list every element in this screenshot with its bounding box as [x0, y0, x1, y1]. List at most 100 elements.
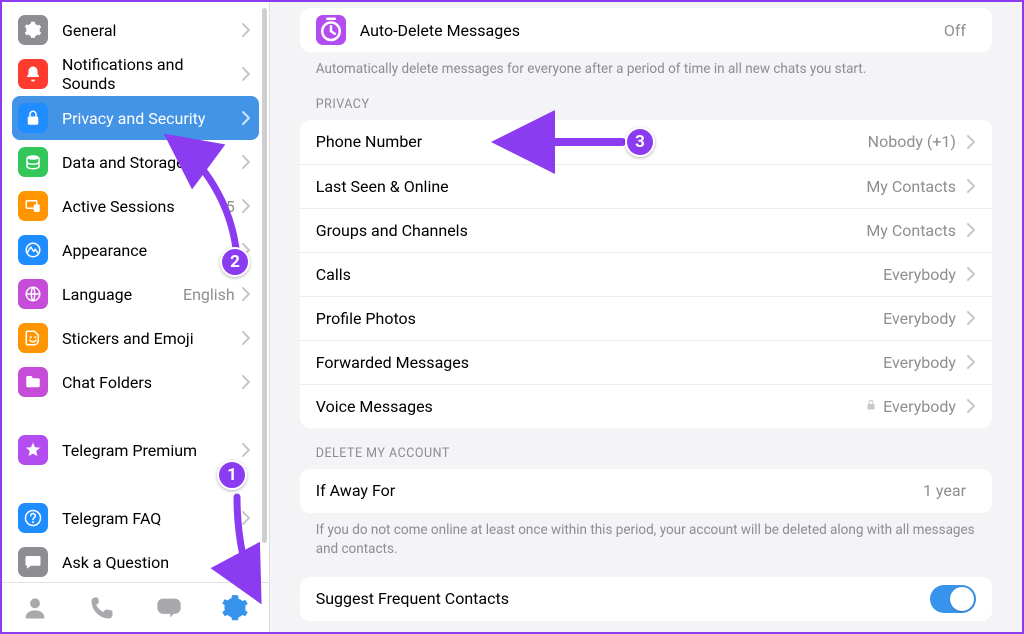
chevron-right-icon [966, 134, 976, 150]
row-value: My Contacts [866, 221, 956, 240]
sidebar-item-appearance[interactable]: Appearance [12, 228, 259, 272]
lock-icon [865, 397, 877, 416]
row-label: If Away For [316, 481, 923, 500]
sidebar-scrollbar-thumb[interactable] [262, 8, 267, 543]
sidebar-item-label: Active Sessions [62, 197, 226, 216]
chevron-right-icon [241, 330, 251, 346]
sidebar-item-general[interactable]: General [12, 8, 259, 52]
sessions-icon [18, 191, 48, 221]
row-value: Off [944, 21, 966, 40]
row-if-away-for[interactable]: If Away For 1 year [300, 469, 992, 513]
sidebar-item-label: Stickers and Emoji [62, 329, 241, 348]
sidebar-item-notifications[interactable]: Notifications and Sounds [12, 52, 259, 96]
sidebar-item-label: Data and Storage [62, 153, 241, 172]
sticker-icon [18, 323, 48, 353]
tab-chats[interactable] [149, 588, 189, 628]
sidebar-item-value: English [183, 285, 235, 304]
chevron-right-icon [241, 286, 251, 302]
sidebar-item-data[interactable]: Data and Storage [12, 140, 259, 184]
chevron-right-icon [241, 66, 251, 82]
row-value: 1 year [923, 481, 966, 500]
row-value: My Contacts [866, 177, 956, 196]
row-privacy-photos[interactable]: Profile PhotosEverybody [300, 296, 992, 340]
bell-icon [18, 59, 48, 89]
sidebar-item-language[interactable]: LanguageEnglish [12, 272, 259, 316]
chat-icon [18, 547, 48, 577]
row-label: Calls [316, 265, 883, 284]
row-privacy-lastseen[interactable]: Last Seen & OnlineMy Contacts [300, 164, 992, 208]
sidebar-item-label: Telegram Premium [62, 441, 241, 460]
lock-icon [18, 103, 48, 133]
tab-calls[interactable] [82, 588, 122, 628]
row-label: Profile Photos [316, 309, 883, 328]
section-header-privacy: PRIVACY [300, 79, 992, 120]
chevron-right-icon [241, 510, 251, 526]
sidebar-item-faq[interactable]: Telegram FAQ [12, 496, 259, 540]
chevron-right-icon [966, 178, 976, 194]
toggle-knob [950, 587, 974, 611]
sidebar-item-label: General [62, 21, 241, 40]
sidebar-item-privacy[interactable]: Privacy and Security [12, 96, 259, 140]
row-privacy-voice[interactable]: Voice MessagesEverybody [300, 384, 992, 428]
toggle-suggest-frequent[interactable] [930, 585, 976, 613]
tab-contacts[interactable] [15, 588, 55, 628]
settings-detail-pane: Auto-Delete Messages Off Automatically d… [270, 2, 1022, 632]
chevron-right-icon [966, 398, 976, 414]
row-value: Everybody [883, 353, 956, 372]
sidebar-item-stickers[interactable]: Stickers and Emoji [12, 316, 259, 360]
row-label: Last Seen & Online [316, 177, 867, 196]
tab-settings[interactable] [215, 588, 255, 628]
sidebar-item-label: Ask a Question [62, 553, 241, 572]
chevron-right-icon [241, 198, 251, 214]
folder-icon [18, 367, 48, 397]
auto-delete-card: Auto-Delete Messages Off [300, 8, 992, 52]
storage-icon [18, 147, 48, 177]
row-privacy-calls[interactable]: CallsEverybody [300, 252, 992, 296]
row-suggest-frequent[interactable]: Suggest Frequent Contacts [300, 577, 992, 621]
gear-icon [18, 15, 48, 45]
sidebar-item-ask[interactable]: Ask a Question [12, 540, 259, 582]
settings-list: General Notifications and Sounds Privacy a… [2, 2, 269, 582]
row-value: Everybody [883, 265, 956, 284]
sidebar-item-value: 5 [226, 197, 235, 216]
chevron-right-icon [966, 222, 976, 238]
row-privacy-groups[interactable]: Groups and ChannelsMy Contacts [300, 208, 992, 252]
sidebar-item-label: Privacy and Security [62, 109, 241, 128]
row-label: Suggest Frequent Contacts [316, 589, 930, 608]
delete-card: If Away For 1 year [300, 469, 992, 513]
globe-icon [18, 279, 48, 309]
row-privacy-phone[interactable]: Phone NumberNobody (+1) [300, 120, 992, 164]
settings-sidebar: General Notifications and Sounds Privacy a… [2, 2, 270, 632]
sidebar-item-label: Notifications and Sounds [62, 55, 241, 93]
chevron-right-icon [241, 442, 251, 458]
sidebar-item-label: Language [62, 285, 183, 304]
sidebar-item-premium[interactable]: Telegram Premium [12, 428, 259, 472]
row-value: Everybody [883, 397, 956, 416]
sidebar-item-label: Telegram FAQ [62, 509, 241, 528]
section-header-delete: DELETE MY ACCOUNT [300, 428, 992, 469]
row-label: Forwarded Messages [316, 353, 883, 372]
chevron-right-icon [241, 154, 251, 170]
row-label: Phone Number [316, 132, 868, 151]
star-icon [18, 435, 48, 465]
delete-footer: If you do not come online at least once … [300, 513, 992, 559]
question-icon [18, 503, 48, 533]
chevron-right-icon [241, 242, 251, 258]
row-privacy-forwarded[interactable]: Forwarded MessagesEverybody [300, 340, 992, 384]
suggest-card: Suggest Frequent Contacts [300, 577, 992, 621]
chevron-right-icon [241, 110, 251, 126]
row-value: Nobody (+1) [868, 132, 956, 151]
chevron-right-icon [241, 22, 251, 38]
row-auto-delete[interactable]: Auto-Delete Messages Off [300, 8, 992, 52]
chevron-right-icon [966, 266, 976, 282]
chevron-right-icon [241, 554, 251, 570]
row-label: Groups and Channels [316, 221, 867, 240]
chevron-right-icon [966, 310, 976, 326]
sidebar-item-label: Appearance [62, 241, 241, 260]
sidebar-item-sessions[interactable]: Active Sessions5 [12, 184, 259, 228]
bottom-tab-bar [2, 582, 269, 632]
sidebar-item-label: Chat Folders [62, 373, 241, 392]
sidebar-item-folders[interactable]: Chat Folders [12, 360, 259, 404]
appearance-icon [18, 235, 48, 265]
timer-icon [316, 15, 346, 45]
